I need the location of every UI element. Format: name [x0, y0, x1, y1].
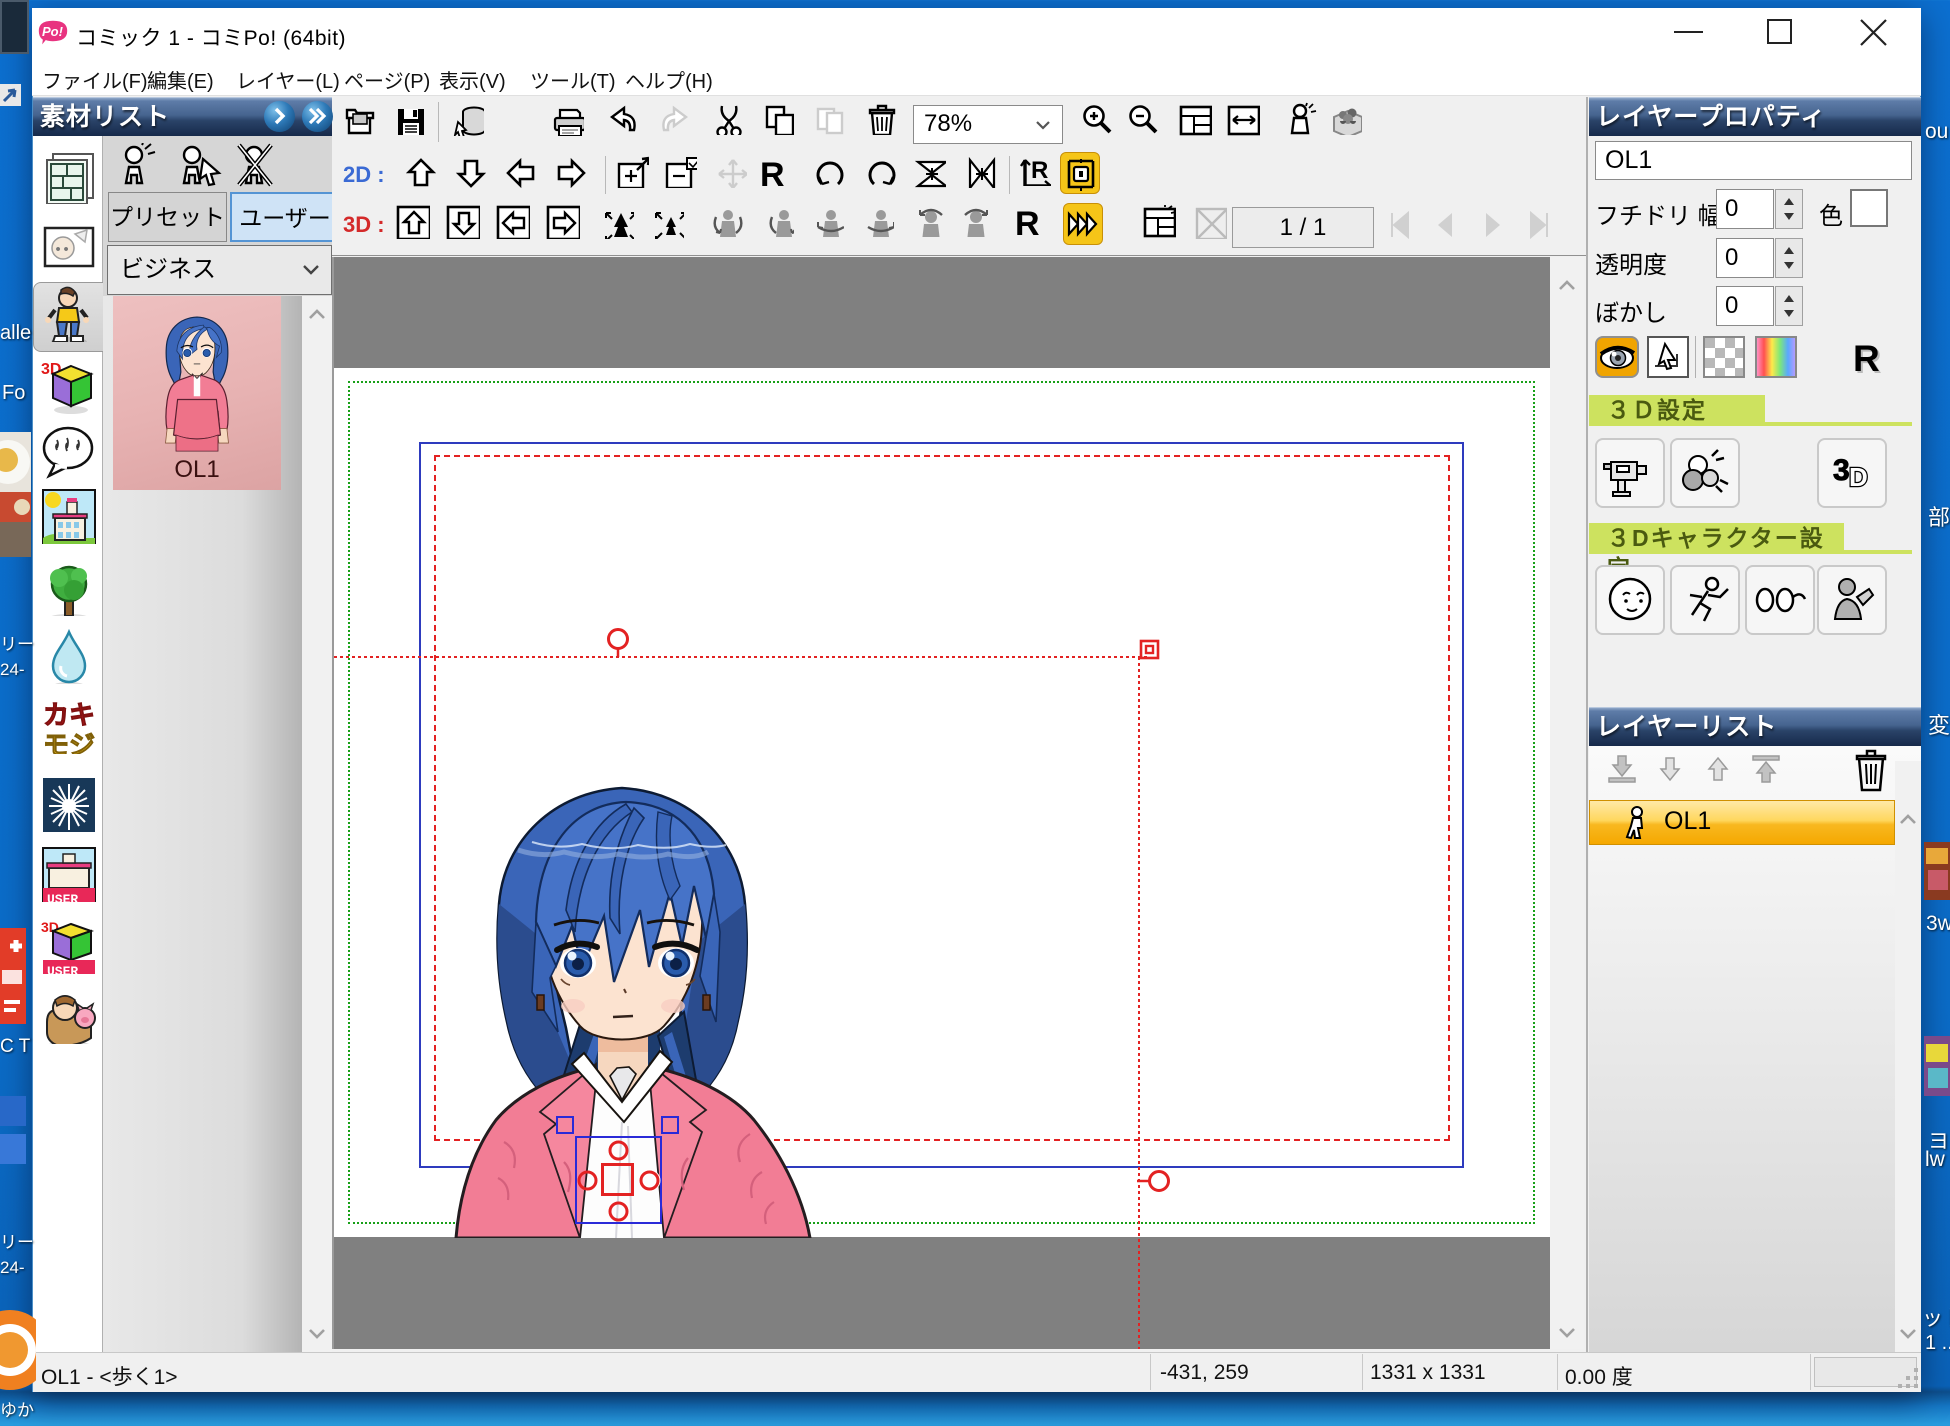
svg-text:3: 3: [1833, 454, 1850, 487]
svg-text:Po!: Po!: [42, 24, 64, 39]
svg-text:USER: USER: [47, 964, 78, 974]
svg-text:D: D: [1849, 462, 1868, 492]
svg-text:カキ: カキ: [43, 700, 95, 730]
svg-text:USER: USER: [47, 892, 78, 902]
svg-text:R: R: [1031, 157, 1048, 184]
svg-text:モジ: モジ: [43, 730, 95, 754]
